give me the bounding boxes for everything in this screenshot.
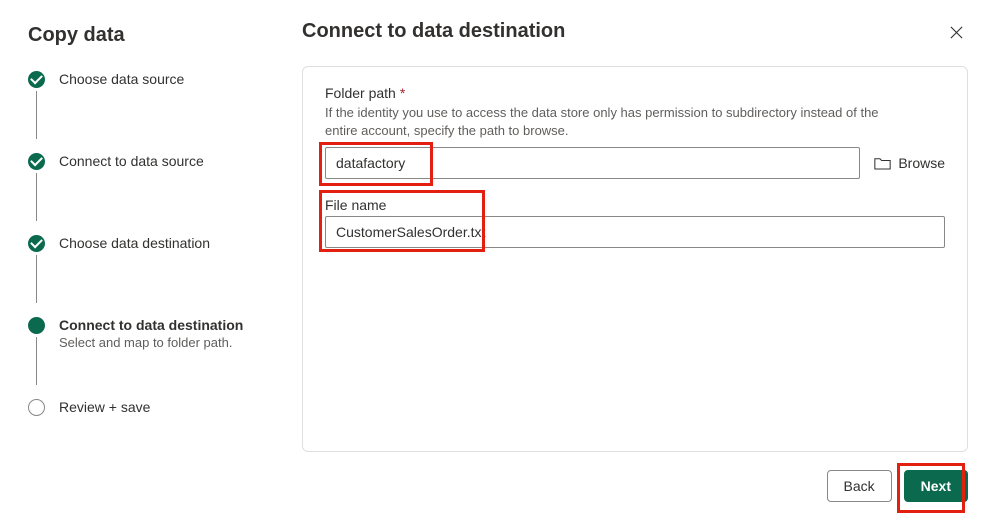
next-button[interactable]: Next xyxy=(904,470,968,502)
step-connector xyxy=(36,91,37,139)
current-step-icon xyxy=(28,317,45,334)
step-connector xyxy=(36,173,37,221)
folder-path-label: Folder path xyxy=(325,85,396,101)
file-name-label: File name xyxy=(325,197,386,213)
back-button[interactable]: Back xyxy=(827,470,892,502)
file-name-input[interactable] xyxy=(325,216,945,248)
step-label: Choose data source xyxy=(59,71,263,87)
step-choose-data-destination[interactable]: Choose data destination xyxy=(28,235,263,269)
step-connector xyxy=(36,337,37,385)
folder-path-input[interactable] xyxy=(325,147,860,179)
step-label: Review + save xyxy=(59,399,263,415)
step-choose-data-source[interactable]: Choose data source xyxy=(28,71,263,105)
wizard-steps: Choose data source Connect to data sourc… xyxy=(28,71,263,433)
step-connector xyxy=(36,255,37,303)
pending-step-icon xyxy=(28,399,45,416)
main-panel: Connect to data destination Folder path … xyxy=(284,0,996,520)
close-icon xyxy=(949,25,964,40)
browse-button[interactable]: Browse xyxy=(874,155,945,171)
form-card: Folder path * If the identity you use to… xyxy=(302,66,968,452)
wizard-sidebar: Copy data Choose data source Connect to … xyxy=(0,0,284,520)
step-sublabel: Select and map to folder path. xyxy=(59,335,263,350)
folder-icon xyxy=(874,156,891,170)
page-title: Connect to data destination xyxy=(302,20,565,43)
step-label: Connect to data source xyxy=(59,153,263,169)
step-connect-to-data-source[interactable]: Connect to data source xyxy=(28,153,263,187)
required-indicator: * xyxy=(400,85,405,101)
browse-label: Browse xyxy=(898,155,945,171)
step-review-save[interactable]: Review + save xyxy=(28,399,263,433)
step-connect-to-data-destination[interactable]: Connect to data destination Select and m… xyxy=(28,317,263,351)
footer-actions: Back Next xyxy=(302,452,968,502)
checkmark-icon xyxy=(28,235,45,252)
checkmark-icon xyxy=(28,71,45,88)
checkmark-icon xyxy=(28,153,45,170)
folder-path-field: Folder path * If the identity you use to… xyxy=(325,85,945,179)
folder-path-description: If the identity you use to access the da… xyxy=(325,104,885,139)
close-button[interactable] xyxy=(944,20,968,44)
file-name-field: File name xyxy=(325,197,945,248)
step-label: Choose data destination xyxy=(59,235,263,251)
wizard-title: Copy data xyxy=(28,24,263,47)
step-label: Connect to data destination xyxy=(59,317,263,333)
